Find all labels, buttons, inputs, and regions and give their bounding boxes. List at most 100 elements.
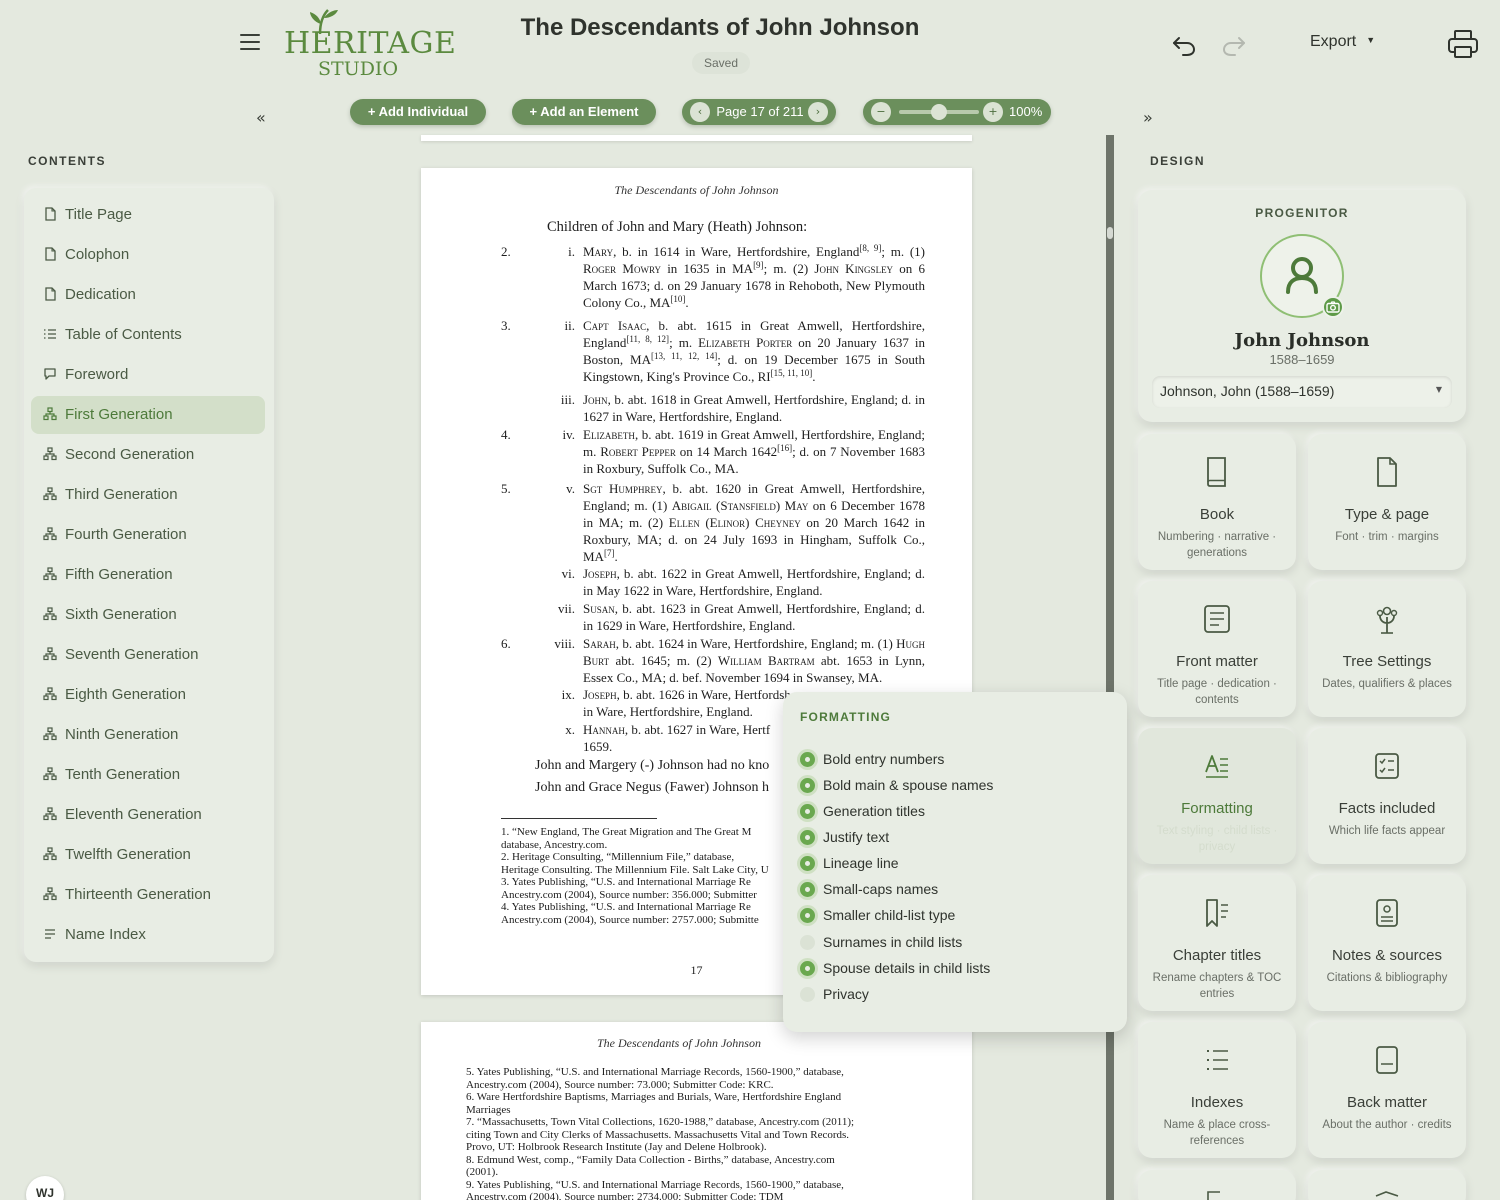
page-navigator: ‹ Page 17 of 211 › bbox=[682, 99, 836, 125]
toggle-radio[interactable] bbox=[800, 752, 815, 767]
tree-icon bbox=[43, 687, 57, 701]
sidebar-item-foreword[interactable]: Foreword bbox=[31, 356, 265, 394]
sidebar-item-title-page[interactable]: Title Page bbox=[31, 196, 265, 234]
sidebar-item-seventh-generation[interactable]: Seventh Generation bbox=[31, 636, 265, 674]
toggle-radio[interactable] bbox=[800, 804, 815, 819]
next-document-page[interactable]: The Descendants of John Johnson 5. Yates… bbox=[421, 1022, 972, 1200]
footnote-line: 9. Yates Publishing, “U.S. and Internati… bbox=[466, 1178, 844, 1191]
toggle-radio[interactable] bbox=[800, 987, 815, 1002]
tree-icon bbox=[43, 767, 57, 781]
design-tile-indexes[interactable]: Indexes Name & place cross-references bbox=[1138, 1022, 1296, 1158]
sidebar-item-eleventh-generation[interactable]: Eleventh Generation bbox=[31, 796, 265, 834]
sidebar-item-first-generation[interactable]: First Generation bbox=[31, 396, 265, 434]
design-tile-partial[interactable] bbox=[1308, 1170, 1466, 1200]
bullet-list-icon bbox=[1207, 1050, 1228, 1070]
toggle-radio[interactable] bbox=[800, 935, 815, 950]
footnote-line: Marriages bbox=[466, 1103, 511, 1116]
design-tile-formatting[interactable]: Formatting Text styling · child lists · p… bbox=[1138, 728, 1296, 864]
tree-icon bbox=[43, 727, 57, 741]
sidebar-item-tenth-generation[interactable]: Tenth Generation bbox=[31, 756, 265, 794]
design-tile-chapter-titles[interactable]: Chapter titles Rename chapters & TOC entr… bbox=[1138, 875, 1296, 1011]
sidebar-item-eighth-generation[interactable]: Eighth Generation bbox=[31, 676, 265, 714]
contents-list: Title Page Colophon Dedication Table of Con… bbox=[24, 188, 274, 962]
design-tile-tree-settings[interactable]: Tree Settings Dates, qualifiers & places bbox=[1308, 581, 1466, 717]
contents-heading: CONTENTS bbox=[28, 154, 106, 168]
redo-button[interactable] bbox=[1220, 30, 1248, 58]
next-page-button[interactable]: › bbox=[808, 102, 828, 122]
footnote-line: citing Town and City Clerks of Massachus… bbox=[466, 1128, 850, 1141]
progenitor-select[interactable]: Johnson, John (1588–1659) ▼ bbox=[1152, 376, 1452, 408]
collapse-left-panel-button[interactable]: « bbox=[256, 108, 266, 127]
design-tile-back-matter[interactable]: Back matter About the author · credits bbox=[1308, 1022, 1466, 1158]
sidebar-item-label: Table of Contents bbox=[65, 326, 182, 343]
sidebar-item-third-generation[interactable]: Third Generation bbox=[31, 476, 265, 514]
user-avatar-button[interactable]: WJ bbox=[26, 1176, 64, 1200]
text-format-icon bbox=[1205, 755, 1228, 778]
tile-subtitle: Numbering · narrative · generations bbox=[1157, 531, 1277, 559]
sidebar-item-dedication[interactable]: Dedication bbox=[31, 276, 265, 314]
design-tile-type-page[interactable]: Type & page Font · trim · margins bbox=[1308, 434, 1466, 570]
footnote-line: Ancestry.com (2004), Source number: 73.0… bbox=[466, 1078, 774, 1091]
menu-icon[interactable] bbox=[238, 34, 262, 54]
tree-icon bbox=[43, 527, 57, 541]
sidebar-item-name-index[interactable]: Name Index bbox=[31, 916, 265, 954]
change-photo-button[interactable] bbox=[1322, 296, 1344, 318]
checklist-icon bbox=[1375, 753, 1399, 779]
tile-title: Notes & sources bbox=[1331, 947, 1443, 964]
design-tile-book[interactable]: Book Numbering · narrative · generations bbox=[1138, 434, 1296, 570]
sidebar-item-table-of-contents[interactable]: Table of Contents bbox=[31, 316, 265, 354]
design-tile-front-matter[interactable]: Front matter Title page · dedication · co… bbox=[1138, 581, 1296, 717]
tile-title: Front matter bbox=[1176, 653, 1258, 670]
progenitor-name: John Johnson bbox=[1234, 330, 1370, 351]
sidebar-item-thirteenth-generation[interactable]: Thirteenth Generation bbox=[31, 876, 265, 914]
design-tile-notes-sources[interactable]: Notes & sources Citations & bibliography bbox=[1308, 875, 1466, 1011]
formatting-option-label: Spouse details in child lists bbox=[823, 960, 991, 976]
sidebar-item-second-generation[interactable]: Second Generation bbox=[31, 436, 265, 474]
progenitor-dates: 1588–1659 bbox=[1269, 352, 1335, 367]
toggle-radio[interactable] bbox=[800, 882, 815, 897]
tree-icon bbox=[43, 647, 57, 661]
sidebar-item-colophon[interactable]: Colophon bbox=[31, 236, 265, 274]
back-page-icon bbox=[1376, 1046, 1398, 1074]
document-title: The Descendants of John Johnson bbox=[520, 14, 920, 41]
undo-button[interactable] bbox=[1170, 30, 1198, 58]
progenitor-select-value: Johnson, John (1588–1659) bbox=[1160, 383, 1335, 399]
sidebar-item-fifth-generation[interactable]: Fifth Generation bbox=[31, 556, 265, 594]
sidebar-item-ninth-generation[interactable]: Ninth Generation bbox=[31, 716, 265, 754]
export-dropdown[interactable]: Export ▼ bbox=[1310, 33, 1400, 57]
sidebar-item-label: Foreword bbox=[65, 366, 129, 383]
sidebar-item-sixth-generation[interactable]: Sixth Generation bbox=[31, 596, 265, 634]
tree-icon bbox=[43, 567, 57, 581]
zoom-out-button[interactable]: − bbox=[871, 102, 891, 122]
design-tile-facts-included[interactable]: Facts included Which life facts appear bbox=[1308, 728, 1466, 864]
tree-icon bbox=[43, 407, 57, 421]
collapse-right-panel-button[interactable]: » bbox=[1143, 108, 1153, 127]
toggle-radio[interactable] bbox=[800, 830, 815, 845]
footnote-rule bbox=[501, 818, 657, 819]
print-button[interactable] bbox=[1446, 28, 1480, 60]
sidebar-item-label: Dedication bbox=[65, 286, 136, 303]
footnote-line: 7. “Massachusetts, Town Vital Collection… bbox=[466, 1116, 855, 1128]
zoom-slider-thumb[interactable] bbox=[931, 104, 947, 120]
sidebar-item-label: Title Page bbox=[65, 206, 132, 223]
previous-page-button[interactable]: ‹ bbox=[690, 102, 710, 122]
document-scrollbar[interactable] bbox=[1106, 135, 1114, 1200]
toggle-radio[interactable] bbox=[800, 961, 815, 976]
heritage-studio-logo: HERITAGE STUDIO bbox=[278, 6, 456, 86]
text-page-icon bbox=[1204, 605, 1230, 633]
add-element-button[interactable]: + Add an Element bbox=[512, 99, 656, 125]
body-paragraph: John and Margery (-) Johnson had no kno bbox=[535, 758, 770, 773]
footnote-line: Ancestry.com (2004), Source number: 2734… bbox=[466, 1191, 784, 1200]
page-indicator: Page 17 of 211 bbox=[716, 104, 804, 119]
toggle-radio[interactable] bbox=[800, 778, 815, 793]
toggle-radio[interactable] bbox=[800, 856, 815, 871]
add-individual-button[interactable]: + Add Individual bbox=[350, 99, 486, 125]
zoom-in-button[interactable]: + bbox=[983, 102, 1003, 122]
toggle-radio[interactable] bbox=[800, 908, 815, 923]
sidebar-item-fourth-generation[interactable]: Fourth Generation bbox=[31, 516, 265, 554]
formatting-option-label: Small-caps names bbox=[823, 881, 939, 897]
design-tile-partial[interactable] bbox=[1138, 1170, 1296, 1200]
scrollbar-thumb[interactable] bbox=[1107, 227, 1113, 239]
tile-title: Type & page bbox=[1344, 506, 1430, 523]
sidebar-item-twelfth-generation[interactable]: Twelfth Generation bbox=[31, 836, 265, 874]
